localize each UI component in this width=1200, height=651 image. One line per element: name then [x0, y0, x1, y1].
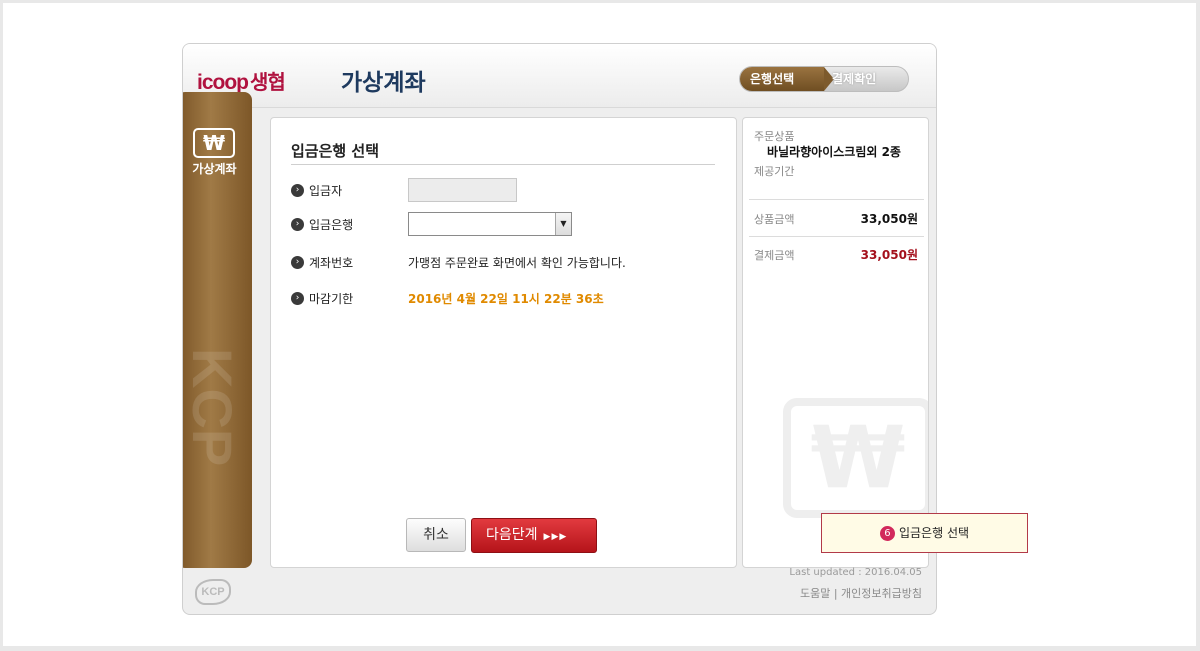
- logo-korean: 생협: [250, 72, 286, 94]
- sidebar-label: 가상계좌: [192, 162, 237, 176]
- account-value: 가맹점 주문완료 화면에서 확인 가능합니다.: [408, 256, 626, 270]
- product-name: 바닐라향아이스크림외 2종: [767, 145, 901, 159]
- step-bank-select: 은행선택: [740, 67, 834, 91]
- next-step-button[interactable]: 다음단계 ▶▶▶: [471, 518, 597, 553]
- account-label: 계좌번호: [309, 256, 354, 270]
- bullet-icon: ›: [291, 256, 304, 269]
- price-label: 상품금액: [754, 213, 795, 226]
- sidebar: ₩ 가상계좌 KCP: [182, 92, 252, 568]
- arrows-icon: ▶▶▶: [543, 532, 568, 542]
- depositor-label: 입금자: [309, 184, 343, 198]
- payment-label: 결제금액: [754, 249, 795, 262]
- won-watermark-icon: ₩: [783, 398, 928, 518]
- price-value: 33,050원: [860, 212, 918, 226]
- bank-select-panel: 입금은행 선택 › 입금자 › 입금은행 ▼ › 계좌번호 가맹점 주문완료 화…: [270, 117, 737, 568]
- period-label: 제공기간: [754, 165, 795, 178]
- footer-links[interactable]: 도움말 | 개인정보취급방침: [800, 585, 922, 601]
- deadline-row: › 마감기한 2016년 4월 22일 11시 22분 36초: [291, 288, 721, 310]
- cancel-button[interactable]: 취소: [406, 518, 466, 552]
- title-divider: [291, 164, 715, 165]
- bullet-icon: ›: [291, 292, 304, 305]
- summary-divider: [749, 236, 924, 237]
- dropdown-arrow-icon[interactable]: ▼: [555, 213, 571, 235]
- bank-label: 입금은행: [309, 218, 354, 232]
- last-updated: Last updated : 2016.04.05: [789, 567, 922, 578]
- bank-select[interactable]: ▼: [408, 212, 572, 236]
- depositor-row: › 입금자: [291, 178, 721, 202]
- step-payment-confirm: 결제확인: [832, 72, 877, 86]
- page-frame: icoop 생협 가상계좌 은행선택 결제확인 ₩ 가상계좌 KCP 입금은행 선…: [3, 3, 1196, 646]
- product-label: 주문상품: [754, 130, 795, 143]
- account-row: › 계좌번호 가맹점 주문완료 화면에서 확인 가능합니다.: [291, 252, 721, 274]
- logo-brand: icoop: [197, 71, 249, 94]
- kcp-watermark: KCP: [182, 348, 244, 467]
- window-header: icoop 생협 가상계좌 은행선택 결제확인: [183, 44, 936, 108]
- won-icon: ₩: [193, 128, 235, 158]
- bank-row: › 입금은행 ▼: [291, 212, 721, 236]
- form-title: 입금은행 선택: [291, 142, 380, 160]
- depositor-input[interactable]: [408, 178, 517, 202]
- window-title: 가상계좌: [341, 70, 426, 96]
- summary-divider: [749, 199, 924, 200]
- payment-value: 33,050원: [860, 248, 918, 262]
- step-indicator: 은행선택 결제확인: [739, 66, 909, 92]
- next-step-label: 다음단계: [486, 527, 538, 543]
- bullet-icon: ›: [291, 184, 304, 197]
- bullet-icon: ›: [291, 218, 304, 231]
- step-tooltip: 6 입금은행 선택: [821, 513, 1028, 553]
- deadline-label: 마감기한: [309, 292, 354, 306]
- tooltip-text: 입금은행 선택: [898, 526, 970, 540]
- order-summary-panel: 주문상품 바닐라향아이스크림외 2종 제공기간 상품금액 33,050원 결제금…: [742, 117, 929, 568]
- icoop-logo: icoop 생협: [197, 66, 286, 95]
- deadline-value: 2016년 4월 22일 11시 22분 36초: [408, 292, 604, 306]
- step-number-badge: 6: [879, 526, 895, 541]
- kcp-logo: KCP: [195, 579, 231, 605]
